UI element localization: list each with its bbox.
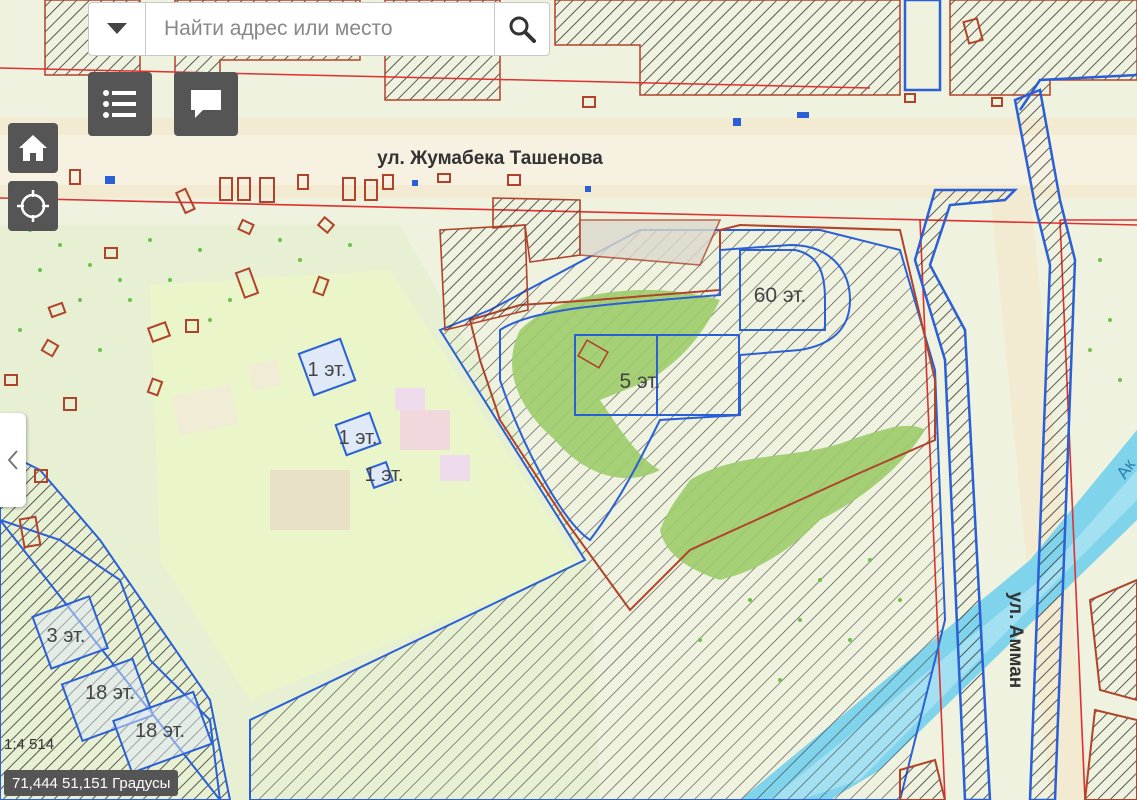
- map-canvas[interactable]: ул. Жумабека Ташенова ул. Амман Ак 60 эт…: [0, 0, 1137, 800]
- search-box: [88, 2, 550, 56]
- home-icon: [19, 135, 47, 161]
- search-dropdown-button[interactable]: [89, 3, 146, 55]
- home-button[interactable]: [8, 123, 58, 173]
- search-icon: [509, 16, 536, 43]
- side-panel-toggle[interactable]: [0, 413, 26, 507]
- list-icon: [103, 90, 136, 118]
- floors-label-18b: 18 эт.: [135, 720, 185, 742]
- floors-label-3: 3 эт.: [47, 625, 86, 647]
- street-label-tashenov: ул. Жумабека Ташенова: [377, 148, 603, 169]
- search-button[interactable]: [494, 3, 549, 55]
- street-label-amman: ул. Амман: [1005, 592, 1026, 689]
- layers-list-button[interactable]: [88, 72, 152, 136]
- search-input[interactable]: [146, 3, 494, 55]
- floors-label-18a: 18 эт.: [85, 682, 135, 704]
- coordinates-readout: 71,444 51,151 Градусы: [4, 770, 179, 796]
- feedback-button[interactable]: [174, 72, 238, 136]
- chevron-left-icon: [7, 450, 18, 470]
- floors-label-5: 5 эт.: [620, 370, 661, 393]
- crosshair-icon: [17, 190, 49, 222]
- map-scale: 1:4 514: [4, 736, 55, 753]
- locate-button[interactable]: [8, 181, 58, 231]
- floors-label-60: 60 эт.: [754, 284, 807, 307]
- floors-label-1b: 1 эт.: [339, 427, 378, 449]
- floors-label-1c: 1 эт.: [365, 464, 404, 486]
- floors-label-1a: 1 эт.: [308, 359, 347, 381]
- comment-icon: [191, 90, 221, 118]
- caret-down-icon: [107, 23, 127, 34]
